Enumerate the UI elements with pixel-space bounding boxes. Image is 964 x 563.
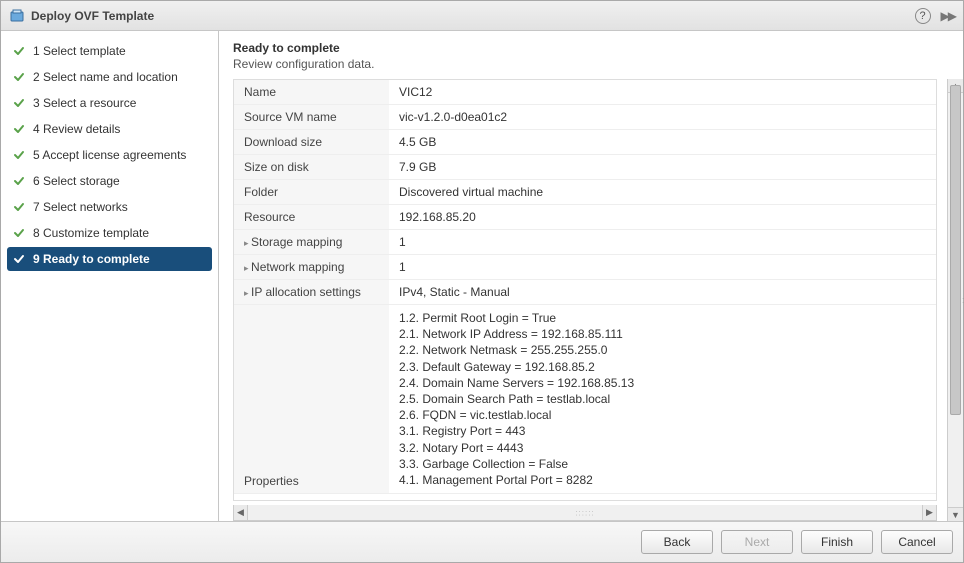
step-label: 7 Select networks [33,200,128,214]
step-label: 6 Select storage [33,174,120,188]
step-label: 3 Select a resource [33,96,136,110]
property-line: 1.2. Permit Root Login = True [399,310,926,326]
dialog-footer: Back Next Finish Cancel [1,521,963,562]
back-button[interactable]: Back [641,530,713,554]
check-icon [13,71,25,83]
summary-row-properties: Properties1.2. Permit Root Login = True2… [234,305,936,494]
property-line: 2.4. Domain Name Servers = 192.168.85.13 [399,375,926,391]
summary-row: Size on disk7.9 GB [234,155,936,180]
summary-value: IPv4, Static - Manual [389,280,936,305]
next-button: Next [721,530,793,554]
vertical-scrollbar[interactable]: ▲ ▼ :: [947,79,963,521]
titlebar: Deploy OVF Template ? ▶▶ [1,1,963,31]
summary-value: 4.5 GB [389,130,936,155]
step-label: 2 Select name and location [33,70,178,84]
summary-row[interactable]: Storage mapping1 [234,230,936,255]
wizard-steps: 1 Select template 2 Select name and locat… [1,31,219,521]
summary-key: Network mapping [234,255,389,280]
property-line: 3.1. Registry Port = 443 [399,423,926,439]
summary-row: FolderDiscovered virtual machine [234,180,936,205]
summary-key: Size on disk [234,155,389,180]
property-line: 2.5. Domain Search Path = testlab.local [399,391,926,407]
summary-value: VIC12 [389,80,936,105]
step-label: 5 Accept license agreements [33,148,186,162]
page-subtitle: Review configuration data. [233,57,949,71]
summary-value: 1 [389,255,936,280]
property-line: 4.1. Management Portal Port = 8282 [399,472,926,488]
deploy-ovf-dialog: Deploy OVF Template ? ▶▶ 1 Select templa… [0,0,964,563]
check-icon [13,45,25,57]
summary-value: 7.9 GB [389,155,936,180]
check-icon [13,227,25,239]
summary-key: Download size [234,130,389,155]
summary-value: Discovered virtual machine [389,180,936,205]
expand-icon[interactable]: ▶▶ [941,9,955,23]
ovf-icon [9,8,25,24]
summary-key: Folder [234,180,389,205]
summary-value: vic-v1.2.0-d0ea01c2 [389,105,936,130]
scroll-thumb[interactable] [950,85,961,415]
summary-key: Name [234,80,389,105]
check-icon [13,123,25,135]
summary-table: NameVIC12Source VM namevic-v1.2.0-d0ea01… [234,80,936,494]
finish-button[interactable]: Finish [801,530,873,554]
page-title: Ready to complete [233,41,949,55]
summary-row: NameVIC12 [234,80,936,105]
property-line: 2.2. Network Netmask = 255.255.255.0 [399,342,926,358]
summary-row: Source VM namevic-v1.2.0-d0ea01c2 [234,105,936,130]
check-icon [13,97,25,109]
summary-value: 192.168.85.20 [389,205,936,230]
step-label: 9 Ready to complete [33,252,150,266]
property-line: 3.2. Notary Port = 4443 [399,440,926,456]
wizard-step-2[interactable]: 2 Select name and location [7,65,212,89]
help-icon[interactable]: ? [915,8,931,24]
summary-key: Resource [234,205,389,230]
wizard-step-7[interactable]: 7 Select networks [7,195,212,219]
property-line: 2.1. Network IP Address = 192.168.85.111 [399,326,926,342]
property-line: 2.3. Default Gateway = 192.168.85.2 [399,359,926,375]
summary-value: 1.2. Permit Root Login = True2.1. Networ… [389,305,936,494]
property-line: 3.3. Garbage Collection = False [399,456,926,472]
check-icon [13,149,25,161]
summary-row[interactable]: IP allocation settingsIPv4, Static - Man… [234,280,936,305]
summary-value: 1 [389,230,936,255]
step-label: 8 Customize template [33,226,149,240]
summary-table-scroll[interactable]: NameVIC12Source VM namevic-v1.2.0-d0ea01… [233,79,937,501]
dialog-title: Deploy OVF Template [31,9,909,23]
summary-key: Source VM name [234,105,389,130]
wizard-step-3[interactable]: 3 Select a resource [7,91,212,115]
horizontal-scrollbar[interactable]: ◀ :::::: ▶ [233,505,937,521]
property-line: 2.6. FQDN = vic.testlab.local [399,407,926,423]
wizard-step-9: 9 Ready to complete [7,247,212,271]
summary-key: Storage mapping [234,230,389,255]
summary-key: Properties [234,305,389,494]
check-icon [13,175,25,187]
summary-row: Resource192.168.85.20 [234,205,936,230]
wizard-step-4[interactable]: 4 Review details [7,117,212,141]
wizard-step-5[interactable]: 5 Accept license agreements [7,143,212,167]
check-icon [13,253,25,265]
scroll-right-icon[interactable]: ▶ [922,505,936,520]
wizard-step-8[interactable]: 8 Customize template [7,221,212,245]
dialog-body: 1 Select template 2 Select name and locat… [1,31,963,521]
scroll-down-icon[interactable]: ▼ [948,507,963,521]
summary-row: Download size4.5 GB [234,130,936,155]
cancel-button[interactable]: Cancel [881,530,953,554]
summary-key: IP allocation settings [234,280,389,305]
wizard-step-6[interactable]: 6 Select storage [7,169,212,193]
main-panel: Ready to complete Review configuration d… [219,31,963,521]
summary-row[interactable]: Network mapping1 [234,255,936,280]
scroll-left-icon[interactable]: ◀ [234,505,248,520]
wizard-step-1[interactable]: 1 Select template [7,39,212,63]
step-label: 4 Review details [33,122,120,136]
step-label: 1 Select template [33,44,126,58]
check-icon [13,201,25,213]
